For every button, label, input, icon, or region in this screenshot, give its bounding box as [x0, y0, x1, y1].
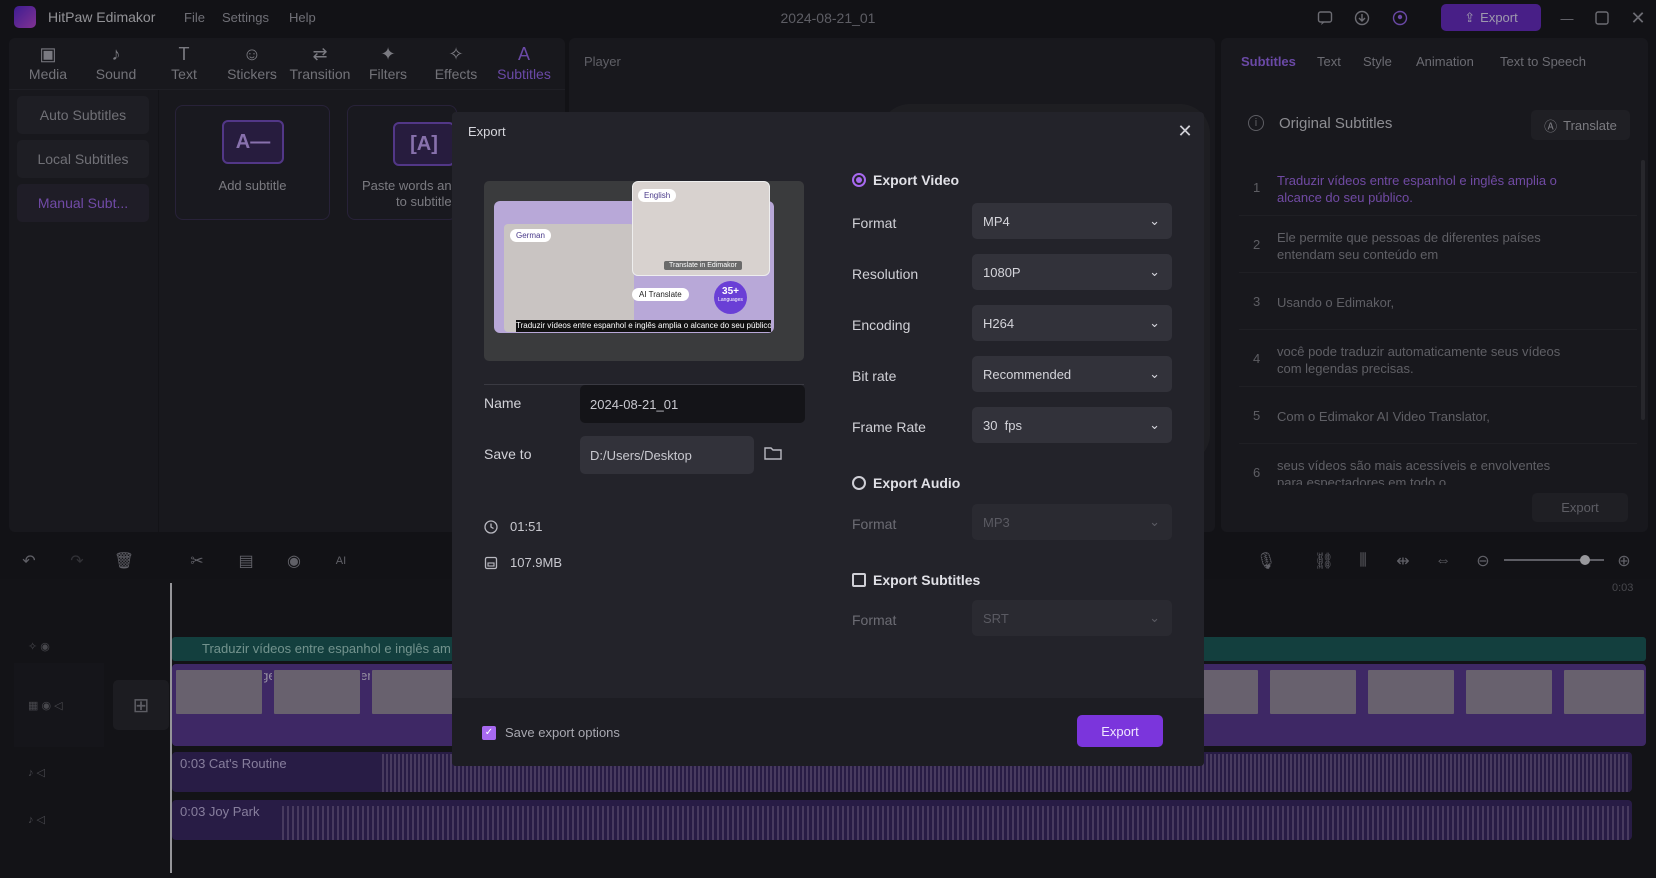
save-export-options-checkbox[interactable]: ✓ Save export options [482, 725, 620, 740]
chevron-down-icon: ⌄ [1149, 610, 1160, 625]
encoding-label: Encoding [852, 317, 911, 333]
framerate-label: Frame Rate [852, 419, 926, 435]
export-subtitles-option[interactable]: Export Subtitles [852, 572, 980, 588]
format-label: Format [852, 215, 897, 231]
resolution-select[interactable]: 1080P ⌄ [972, 254, 1172, 290]
checkbox-checked-icon: ✓ [482, 725, 496, 740]
chevron-down-icon: ⌄ [1149, 417, 1160, 432]
bitrate-label: Bit rate [852, 368, 897, 384]
chevron-down-icon: ⌄ [1149, 514, 1160, 529]
folder-icon[interactable] [764, 445, 786, 465]
translate-in-label: Translate in Edimakor [664, 261, 742, 270]
radio-selected [852, 173, 866, 187]
file-size-icon [484, 556, 498, 570]
chevron-down-icon: ⌄ [1149, 315, 1160, 330]
save-to-label: Save to [484, 446, 532, 462]
audio-format-select[interactable]: MP3 ⌄ [972, 504, 1172, 540]
export-dialog: Export ✕ German English Translate in Edi… [452, 112, 1204, 766]
languages-badge: 35+ Languages [714, 281, 747, 314]
chevron-down-icon: ⌄ [1149, 264, 1160, 279]
checkbox-unchecked [852, 573, 866, 587]
chevron-down-icon: ⌄ [1149, 213, 1160, 228]
preview-caption: Traduzir vídeos entre espanhol e inglês … [516, 320, 771, 332]
name-field[interactable]: 2024-08-21_01 [580, 385, 805, 423]
close-icon[interactable]: ✕ [1174, 120, 1196, 142]
export-audio-option[interactable]: Export Audio [852, 475, 960, 491]
duration-info: 01:51 [484, 519, 543, 534]
audio-format-label: Format [852, 516, 897, 532]
bitrate-select[interactable]: Recommended ⌄ [972, 356, 1172, 392]
badge-english: English [638, 189, 677, 202]
resolution-label: Resolution [852, 266, 919, 282]
ai-translate-pill: AI Translate [632, 288, 689, 301]
encoding-select[interactable]: H264 ⌄ [972, 305, 1172, 341]
name-label: Name [484, 395, 522, 411]
format-select[interactable]: MP4 ⌄ [972, 203, 1172, 239]
chevron-down-icon: ⌄ [1149, 366, 1160, 381]
export-preview: German English Translate in Edimakor AI … [484, 181, 804, 361]
export-dialog-title: Export [468, 124, 506, 139]
save-to-field[interactable]: D:/Users/Desktop [580, 436, 754, 474]
export-button[interactable]: Export [1077, 715, 1163, 747]
clock-icon [484, 519, 498, 534]
subtitle-format-label: Format [852, 612, 897, 628]
subtitle-format-select[interactable]: SRT ⌄ [972, 600, 1172, 636]
size-info: 107.9MB [484, 555, 562, 570]
export-video-option[interactable]: Export Video [852, 172, 959, 188]
radio-unselected [852, 476, 866, 490]
badge-german: German [510, 229, 551, 242]
framerate-select[interactable]: 30 fps ⌄ [972, 407, 1172, 443]
